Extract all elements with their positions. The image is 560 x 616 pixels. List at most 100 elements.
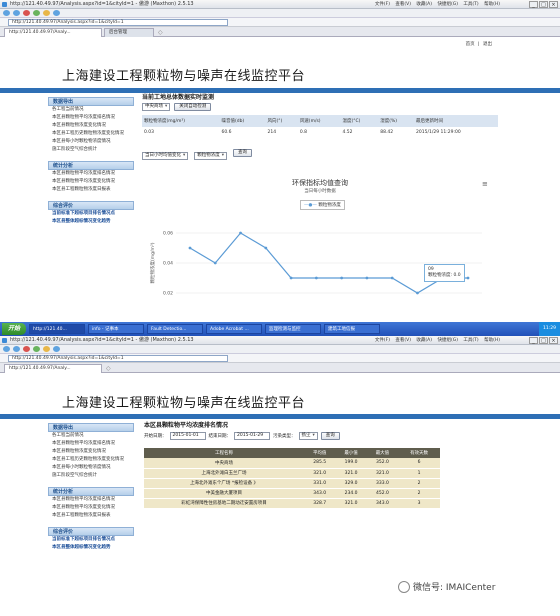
sidebar-section-stats[interactable]: 统计分析 [48,161,134,170]
maximize-button[interactable]: □ [539,1,548,8]
sidebar-item[interactable]: 施工阶段空气综合统计 [48,472,134,480]
sidebar-item[interactable]: 本区县颗粒物平均浓度变化情况 [48,504,134,512]
data-point[interactable] [314,276,318,280]
sidebar-item[interactable]: 当前标准下超标项目排名情况点 [48,210,134,218]
data-point[interactable] [390,276,394,280]
home-icon[interactable] [43,346,50,352]
forward-icon[interactable] [13,10,20,16]
favorites-icon[interactable] [53,10,60,16]
sidebar-item[interactable]: 本区县整体超标情况变化趋势 [48,218,134,226]
menu-help[interactable]: 帮助(H) [484,2,500,7]
maximize-button[interactable]: □ [539,337,548,344]
back-icon[interactable] [3,10,10,16]
favorites-icon[interactable] [53,346,60,352]
data-point[interactable] [466,276,470,280]
end-date-input[interactable]: 2015-01-29 [234,432,270,440]
taskbar-item[interactable]: 监理检测与监控 [265,324,322,334]
sidebar-item[interactable]: 当前标准下超标项目排名情况点 [48,536,134,544]
taskbar-item[interactable]: Fault Detectio... [147,324,204,334]
query-button[interactable]: 查询 [320,432,340,440]
period-select[interactable]: 当日小时均值变化 [142,152,189,160]
sidebar-item[interactable]: 本区县颗粒物平均浓度排名情况 [48,170,134,178]
sidebar-section-eval[interactable]: 综合评价 [48,201,134,210]
new-tab-icon[interactable]: ◇ [106,365,111,372]
menu-groups[interactable]: 快捷组(G) [437,338,458,343]
sidebar-section-export[interactable]: 数据导出 [48,97,134,106]
wechat-icon [398,580,410,593]
sidebar-item[interactable]: 本区县每小时颗粒物浓度情况 [48,464,134,472]
tab-analysis[interactable]: http://121.40.49.97/Analy... [4,364,102,373]
sidebar-item[interactable]: 本区县颗粒物平均浓度变化情况 [48,178,134,186]
sidebar-item[interactable]: 各工程当前情况 [48,432,134,440]
address-input[interactable]: http://121.40.49.97/Analysis.aspx?id=1&c… [8,19,228,26]
table-cell: 343.0 [304,488,336,499]
sidebar-item[interactable]: 本区县整体超标情况变化趋势 [48,544,134,552]
refresh-icon[interactable] [33,346,40,352]
stop-icon[interactable] [23,10,30,16]
sidebar-item[interactable]: 本区县工程颗粒物浓度日报表 [48,512,134,520]
taskbar-item[interactable]: http://121.40... [29,324,86,334]
metric-select[interactable]: 颗粒物浓度 [194,152,228,160]
minimize-button[interactable]: _ [529,1,538,8]
sidebar-section-export[interactable]: 数据导出 [48,423,134,432]
data-point[interactable] [340,276,344,280]
new-tab-icon[interactable]: ◇ [158,29,163,36]
menu-tools[interactable]: 工具(T) [463,338,478,343]
sidebar-item[interactable]: 本区县工程历史颗粒物浓度变化情况 [48,456,134,464]
start-button[interactable]: 开始 [2,323,27,335]
site-select[interactable]: 中央商场 [142,103,171,111]
menu-favorites[interactable]: 收藏(A) [416,338,432,343]
data-point[interactable] [289,276,293,280]
menu-favorites[interactable]: 收藏(A) [416,2,432,7]
sidebar-section-eval[interactable]: 综合评价 [48,527,134,536]
table-cell: 321.0 [304,468,336,479]
refresh-icon[interactable] [33,10,40,16]
query-button[interactable]: 查询 [233,149,253,157]
close-button[interactable]: × [549,337,558,344]
end-date-label: 结束日期： [208,434,232,439]
menu-help[interactable]: 帮助(H) [484,338,500,343]
data-point[interactable] [239,231,242,235]
sidebar-section-stats[interactable]: 统计分析 [48,487,134,496]
address-input[interactable]: http://121.40.49.97/Analysis.aspx?id=1&c… [8,355,228,362]
minimize-button[interactable]: _ [529,337,538,344]
sidebar-item[interactable]: 各工程当前情况 [48,106,134,114]
back-icon[interactable] [3,346,10,352]
stop-icon[interactable] [23,346,30,352]
sidebar-item[interactable]: 本区县每小时颗粒物浓度情况 [48,138,134,146]
top-links[interactable]: 首页 | 退出 [466,41,492,47]
tab-analysis[interactable]: http://121.40.49.97/Analy... [4,28,102,37]
sidebar-item[interactable]: 本区县工程颗粒物浓度日报表 [48,186,134,194]
close-button[interactable]: × [549,1,558,8]
chart-tooltip: 09 颗粒物浓度: 0.0 [424,264,465,282]
taskbar-item[interactable]: 建筑工地信报 [324,324,381,334]
menu-view[interactable]: 查看(V) [395,338,411,343]
menu-file[interactable]: 文件(F) [375,2,390,7]
start-date-input[interactable]: 2015-01-01 [169,432,206,440]
type-select[interactable]: 扬尘 [298,432,318,440]
menu-view[interactable]: 查看(V) [395,2,411,7]
sidebar-item[interactable]: 本区县颗粒物浓度变化情况 [48,448,134,456]
column-header: 颗粒物浓度(mg/m³) [142,115,220,127]
data-point[interactable] [365,276,369,280]
sidebar-item[interactable]: 本区县颗粒物浓度变化情况 [48,122,134,130]
tab-admin[interactable]: 后台管理 [104,28,154,37]
data-point[interactable] [264,246,268,250]
forward-icon[interactable] [13,346,20,352]
menu-groups[interactable]: 快捷组(G) [437,2,458,7]
data-point[interactable] [213,261,217,265]
data-point[interactable] [416,291,419,295]
close-auto-button[interactable]: 关闭自动检测 [174,103,212,111]
menu-tools[interactable]: 工具(T) [463,2,478,7]
maxthon-icon [2,338,7,343]
sidebar-item[interactable]: 施工阶段空气综合统计 [48,146,134,154]
sidebar-item[interactable]: 本区县颗粒物平均浓度排名情况 [48,440,134,448]
taskbar-item[interactable]: Adobe Acrobat ... [206,324,263,334]
data-point[interactable] [188,246,192,250]
sidebar-item[interactable]: 本区县工程历史颗粒物浓度变化情况 [48,130,134,138]
sidebar-item[interactable]: 本区县颗粒物平均浓度排名情况 [48,496,134,504]
home-icon[interactable] [43,10,50,16]
taskbar-item[interactable]: info - 记事本 [88,324,145,334]
menu-file[interactable]: 文件(F) [375,338,390,343]
sidebar-item[interactable]: 本区县颗粒物平均浓度排名情况 [48,114,134,122]
